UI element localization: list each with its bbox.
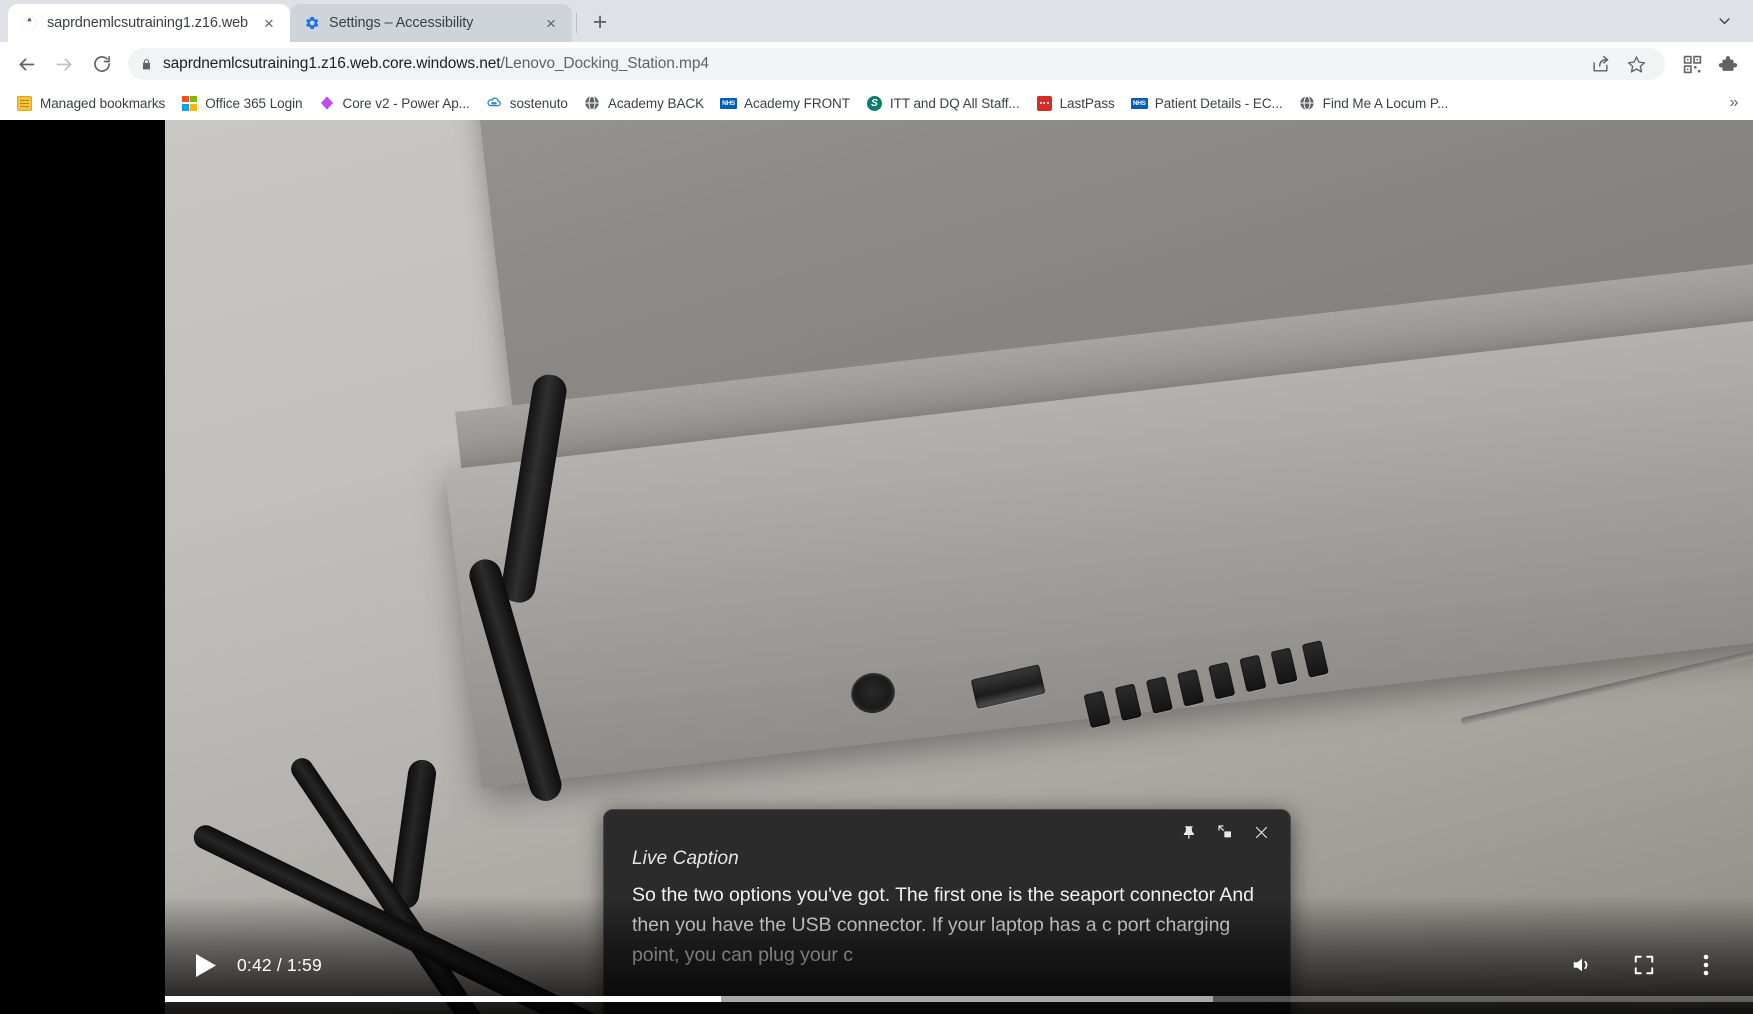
globe-icon bbox=[1299, 95, 1316, 112]
video-progress-bar[interactable] bbox=[165, 996, 1753, 1002]
reload-button[interactable] bbox=[84, 46, 120, 82]
address-bar-text: saprdnemlcsutraining1.z16.web.core.windo… bbox=[163, 55, 709, 73]
fullscreen-icon[interactable] bbox=[1627, 948, 1661, 982]
url-path: /Lenovo_Docking_Station.mp4 bbox=[500, 55, 709, 72]
picture-in-picture-icon[interactable] bbox=[1210, 818, 1240, 846]
bookmark-lastpass[interactable]: LastPass bbox=[1028, 91, 1123, 116]
video-controls-right bbox=[1565, 948, 1733, 982]
bookmarks-overflow-button[interactable]: » bbox=[1721, 90, 1747, 116]
bookmark-label: Patient Details - EC... bbox=[1154, 95, 1283, 111]
nhs-icon: NHS bbox=[1130, 95, 1148, 112]
managed-bookmarks-icon bbox=[16, 95, 33, 112]
nhs-icon: NHS bbox=[720, 95, 738, 112]
address-bar[interactable]: saprdnemlcsutraining1.z16.web.core.windo… bbox=[128, 48, 1665, 80]
bookmark-label: Academy FRONT bbox=[744, 95, 850, 111]
tab-close-button[interactable]: × bbox=[258, 12, 280, 34]
bookmark-label: Academy BACK bbox=[607, 95, 705, 111]
tab-search-button[interactable] bbox=[1709, 6, 1739, 36]
bookmark-label: LastPass bbox=[1059, 95, 1115, 111]
tab-close-button[interactable]: × bbox=[540, 12, 562, 34]
tab-separator bbox=[576, 13, 577, 33]
browser-window: saprdnemlcsutraining1.z16.web.c × Settin… bbox=[0, 0, 1753, 1014]
live-caption-header bbox=[604, 810, 1290, 848]
tab-title: saprdnemlcsutraining1.z16.web.c bbox=[47, 15, 249, 31]
omnibox-actions bbox=[1583, 47, 1653, 81]
url-domain: saprdnemlcsutraining1.z16.web.core.windo… bbox=[163, 55, 501, 72]
video-content-area: Live Caption So the two options you've g… bbox=[0, 120, 1753, 1014]
bookmark-managed-bookmarks[interactable]: Managed bookmarks bbox=[8, 91, 173, 116]
live-caption-title: Live Caption bbox=[632, 848, 739, 869]
tab-0[interactable]: saprdnemlcsutraining1.z16.web.c × bbox=[8, 4, 290, 42]
bookmark-sostenuto[interactable]: sostenuto bbox=[478, 91, 576, 116]
browser-toolbar: saprdnemlcsutraining1.z16.web.core.windo… bbox=[0, 42, 1753, 86]
qr-code-icon[interactable] bbox=[1675, 47, 1709, 81]
close-icon[interactable] bbox=[1246, 818, 1276, 846]
bookmark-label: ITT and DQ All Staff... bbox=[889, 95, 1020, 111]
star-icon[interactable] bbox=[1619, 47, 1653, 81]
video-controls-row: 0:42 / 1:59 bbox=[165, 942, 1753, 988]
globe-icon bbox=[584, 95, 601, 112]
bookmark-academy-front[interactable]: NHS Academy FRONT bbox=[712, 91, 858, 116]
new-tab-button[interactable]: + bbox=[583, 5, 617, 39]
volume-icon[interactable] bbox=[1565, 948, 1599, 982]
power-port bbox=[847, 668, 899, 718]
tab-title: Settings – Accessibility bbox=[329, 15, 474, 31]
sostenuto-icon bbox=[486, 95, 503, 112]
bookmark-itt-and-dq-all-staff[interactable]: S ITT and DQ All Staff... bbox=[858, 91, 1028, 116]
bookmark-find-me-a-locum[interactable]: Find Me A Locum P... bbox=[1291, 91, 1457, 116]
tab-1[interactable]: Settings – Accessibility × bbox=[290, 4, 572, 42]
bookmark-office-365-login[interactable]: Office 365 Login bbox=[173, 91, 310, 116]
lastpass-icon bbox=[1036, 95, 1053, 112]
tab-strip: saprdnemlcsutraining1.z16.web.c × Settin… bbox=[0, 0, 1753, 42]
forward-button[interactable] bbox=[46, 46, 82, 82]
play-icon[interactable] bbox=[185, 944, 227, 986]
puzzle-piece-icon[interactable] bbox=[1711, 47, 1745, 81]
bookmark-label: Managed bookmarks bbox=[40, 95, 166, 111]
more-vertical-icon[interactable] bbox=[1689, 948, 1723, 982]
live-caption-body: Live Caption So the two options you've g… bbox=[604, 848, 1290, 1014]
microsoft-icon bbox=[181, 95, 198, 112]
globe-icon bbox=[21, 15, 38, 32]
bookmark-label: sostenuto bbox=[509, 95, 568, 111]
power-apps-icon bbox=[319, 95, 336, 112]
lock-icon bbox=[140, 57, 153, 72]
pin-icon[interactable] bbox=[1174, 818, 1204, 846]
usb-port bbox=[970, 664, 1046, 710]
share-icon[interactable] bbox=[1583, 47, 1617, 81]
back-button[interactable] bbox=[8, 46, 44, 82]
video-buffered-range bbox=[165, 996, 1214, 1002]
bookmark-academy-back[interactable]: Academy BACK bbox=[576, 91, 712, 116]
bookmark-label: Office 365 Login bbox=[205, 95, 303, 111]
bookmark-core-v2-power-apps[interactable]: Core v2 - Power Ap... bbox=[311, 91, 478, 116]
bookmark-patient-details-ec[interactable]: NHS Patient Details - EC... bbox=[1123, 91, 1291, 116]
sharepoint-icon: S bbox=[866, 95, 883, 112]
video-time-display: 0:42 / 1:59 bbox=[237, 954, 322, 975]
gear-icon bbox=[303, 15, 320, 32]
bookmark-label: Find Me A Locum P... bbox=[1322, 95, 1449, 111]
bookmark-label: Core v2 - Power Ap... bbox=[342, 95, 470, 111]
bookmarks-bar: Managed bookmarks Office 365 Login Core … bbox=[0, 86, 1753, 120]
